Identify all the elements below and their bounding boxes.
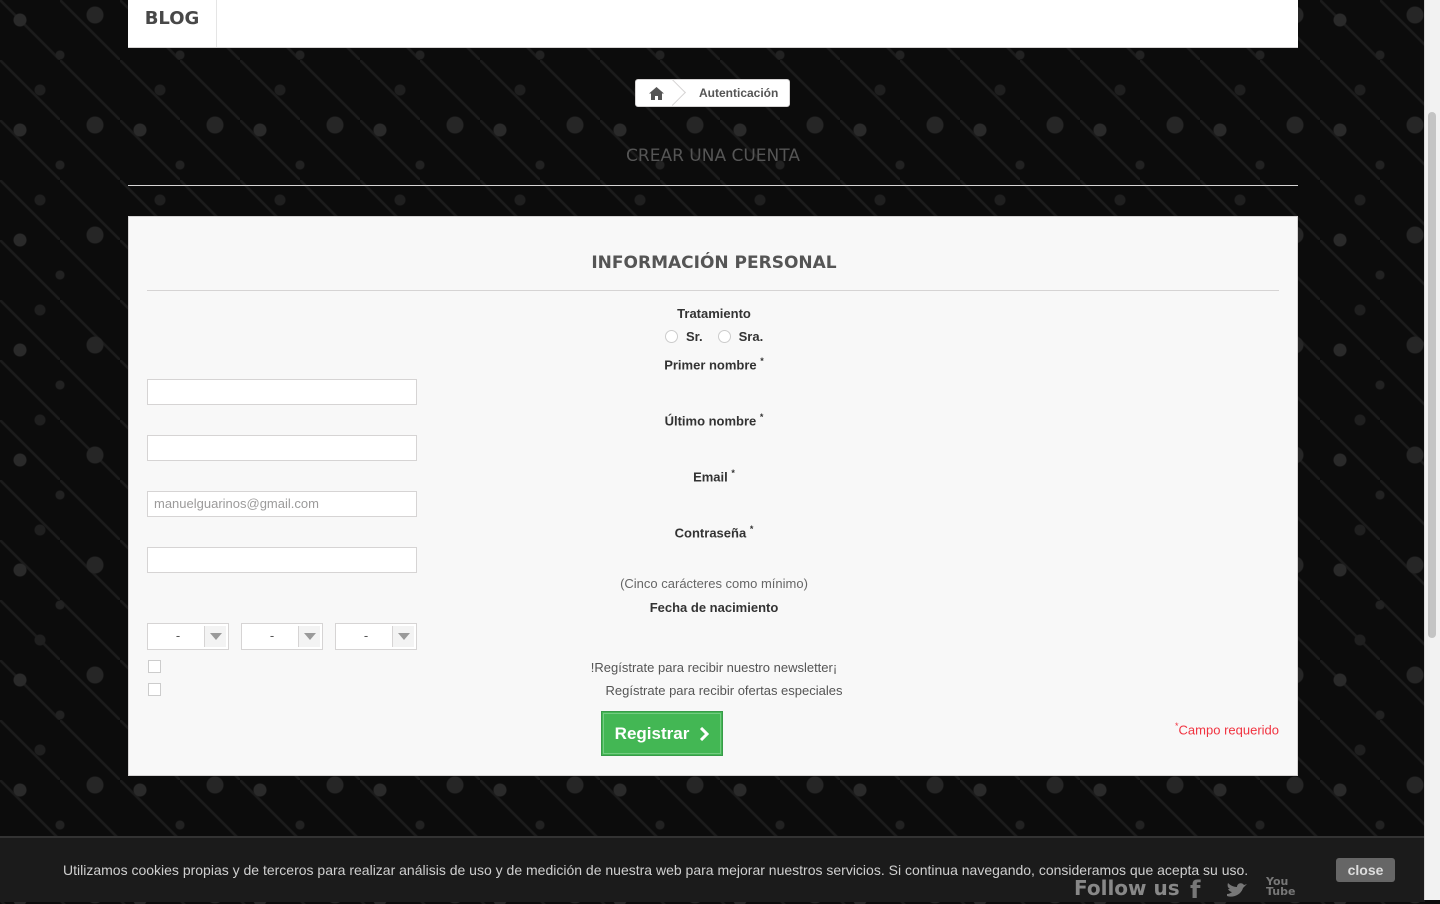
password-field[interactable] — [147, 547, 417, 573]
month-value: - — [269, 628, 275, 643]
account-creation-form: INFORMACIÓN PERSONAL Tratamiento Sr. Sra… — [128, 216, 1298, 776]
radio-sra[interactable] — [717, 330, 731, 343]
radio-sr[interactable] — [665, 330, 678, 343]
email-label: Email * — [693, 468, 735, 485]
email-field[interactable]: manuelguarinos@gmail.com — [147, 491, 417, 517]
register-button[interactable]: Registrar — [601, 711, 723, 756]
menu-item-blog[interactable]: BLOG — [128, 0, 217, 47]
offers-label: Regístrate para recibir ofertas especial… — [605, 683, 843, 698]
cookie-banner: Utilizamos cookies propias y de terceros… — [0, 836, 1425, 902]
breadcrumb: Autenticación — [635, 79, 790, 107]
required-note: *Campo requerido — [1175, 721, 1279, 738]
chevron-down-icon — [392, 626, 414, 647]
breadcrumb-current: Autenticación — [699, 86, 779, 100]
chevron-down-icon — [204, 626, 226, 647]
divider — [128, 185, 1298, 186]
year-value: - — [363, 628, 369, 643]
first-name-input[interactable] — [147, 379, 417, 405]
title-radio-group: Sr. Sra. — [665, 329, 763, 344]
divider — [147, 290, 1279, 291]
follow-us-label: Follow us — [1074, 876, 1180, 900]
scrollbar[interactable] — [1424, 0, 1440, 900]
birthdate-month-select[interactable]: - — [241, 623, 323, 650]
top-menu-bar: BLOG — [128, 0, 1298, 48]
last-name-label: Último nombre * — [664, 412, 764, 429]
twitter-icon[interactable] — [1225, 880, 1251, 900]
page-title: CREAR UNA CUENTA — [626, 146, 800, 166]
chevron-down-icon — [298, 626, 320, 647]
day-value: - — [175, 628, 181, 643]
cookie-text: Utilizamos cookies propias y de terceros… — [63, 862, 1249, 878]
first-name-label: Primer nombre * — [664, 356, 764, 373]
scrollbar-thumb[interactable] — [1428, 112, 1436, 638]
home-icon — [648, 86, 664, 100]
title-label: Tratamiento — [677, 306, 751, 321]
password-hint: (Cinco carácteres como mínimo) — [620, 576, 808, 591]
chevron-right-icon — [700, 726, 710, 741]
birthdate-day-select[interactable]: - — [147, 623, 229, 650]
youtube-icon[interactable]: You Tube — [1266, 876, 1295, 897]
section-title: INFORMACIÓN PERSONAL — [591, 253, 837, 273]
breadcrumb-home-link[interactable] — [636, 80, 676, 106]
password-label: Contraseña * — [674, 524, 754, 541]
radio-sr-label: Sr. — [686, 329, 703, 344]
cookie-close-button[interactable]: close — [1336, 858, 1395, 882]
newsletter-label: !Regístrate para recibir nuestro newslet… — [590, 660, 838, 675]
birthdate-label: Fecha de nacimiento — [649, 600, 779, 615]
birthdate-year-select[interactable]: - — [335, 623, 417, 650]
register-button-label: Registrar — [614, 723, 690, 743]
radio-sra-label: Sra. — [738, 329, 764, 344]
last-name-input[interactable] — [147, 435, 417, 461]
